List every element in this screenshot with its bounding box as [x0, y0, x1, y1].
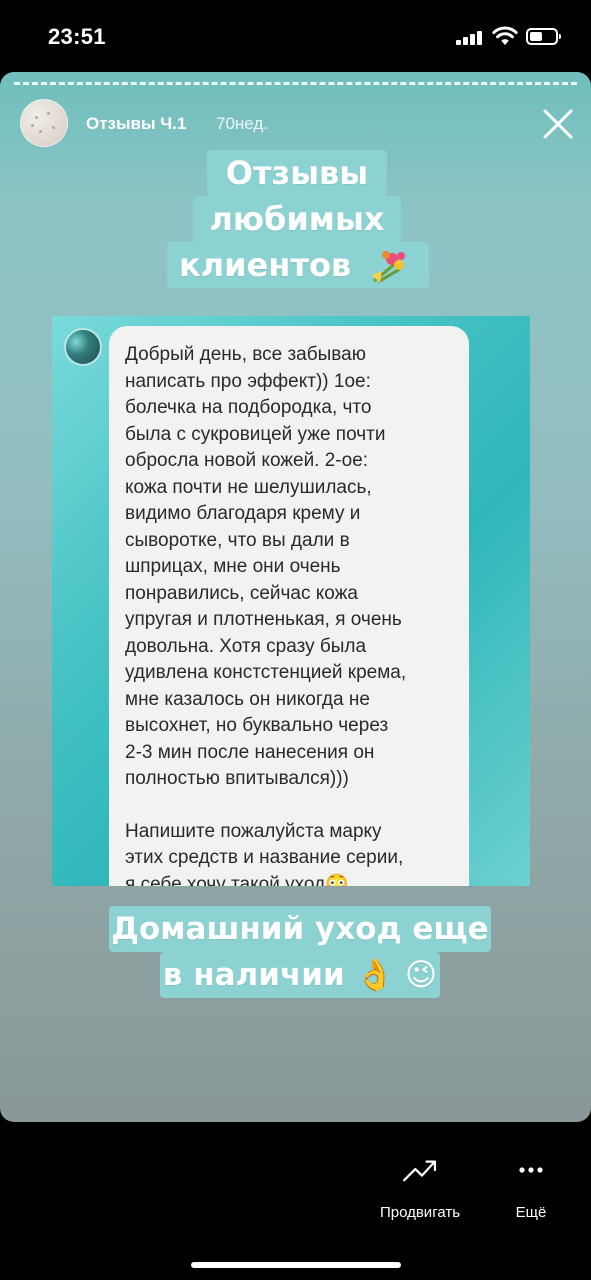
home-indicator[interactable] [191, 1262, 401, 1268]
more-dots-icon [519, 1167, 543, 1173]
story-view[interactable]: Отзывы Ч.1 70нед. Отзывы любимых клиенто… [0, 72, 591, 1122]
more-label: Ещё [515, 1204, 547, 1221]
review-screenshot: Добрый день, все забываю написать про эф… [52, 316, 530, 886]
status-bar: 23:51 [0, 0, 591, 72]
heading-text-1: Отзывы [225, 154, 369, 192]
heading-text-2: любимых [209, 200, 385, 238]
promote-label: Продвигать [379, 1204, 461, 1221]
story-age: 70нед. [216, 114, 269, 133]
heading-line-2: любимых [193, 196, 401, 242]
story-title[interactable]: Отзывы Ч.1 [86, 114, 186, 134]
trending-up-icon [403, 1160, 437, 1182]
flower-bouquet-icon [372, 251, 406, 284]
heading-line-3: клиентов [167, 242, 429, 288]
cellular-signal-icon [456, 31, 484, 45]
footer-line-2: в наличии 👌 😉 [160, 952, 440, 998]
more-button[interactable]: Ещё [496, 1122, 566, 1232]
footer-text-1: Домашний уход еще [111, 911, 489, 947]
story-action-bar: Продвигать Ещё [0, 1122, 591, 1280]
wink-emoji: 😉 [404, 957, 438, 993]
avatar[interactable] [20, 99, 68, 147]
reviewer-avatar [64, 328, 102, 366]
ok-hand-emoji: 👌 [355, 957, 395, 993]
status-time: 23:51 [48, 24, 106, 49]
message-paragraph-1: Добрый день, все забываю написать про эф… [125, 344, 407, 789]
close-icon[interactable] [540, 106, 576, 142]
footer-text-2: в наличии [162, 957, 345, 993]
story-progress-bar [14, 82, 577, 85]
message-paragraph-2: Напишите пожалуйста марку этих средств и… [125, 820, 404, 887]
promote-button[interactable]: Продвигать [360, 1122, 480, 1232]
heading-text-3: клиентов [179, 246, 352, 284]
battery-icon [526, 28, 561, 45]
heading-line-1: Отзывы [207, 150, 387, 196]
message-bubble: Добрый день, все забываю написать про эф… [109, 326, 469, 886]
footer-line-1: Домашний уход еще [109, 906, 491, 952]
wifi-icon [492, 26, 518, 45]
